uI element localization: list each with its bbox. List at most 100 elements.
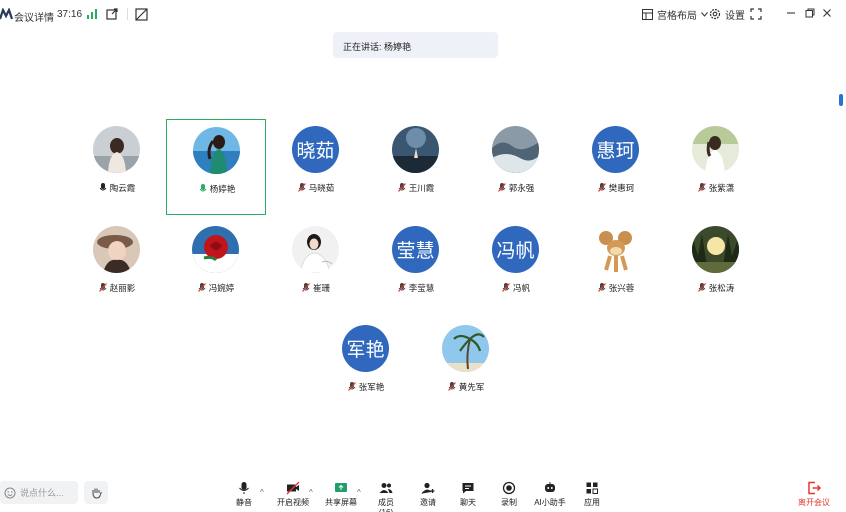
grid-icon (642, 8, 653, 20)
mic-muted-icon (302, 282, 310, 294)
participant-avatar (93, 126, 140, 173)
participant-avatar (692, 226, 739, 273)
emoji-icon (4, 487, 16, 498)
participant-name-row: 崔珊 (266, 282, 366, 294)
chat-button[interactable]: 聊天 (458, 481, 478, 509)
participant-avatar: 惠珂 (592, 126, 639, 173)
participant-tile[interactable]: 张兴蓉 (566, 219, 666, 315)
raise-hand-button[interactable] (84, 481, 108, 504)
participant-tile[interactable]: 惠珂樊惠珂 (566, 119, 666, 215)
participant-tile[interactable]: 张紫潇 (666, 119, 766, 215)
mic-muted-icon (447, 381, 456, 393)
meeting-window: 会议详情 37:16 宫格布局 设置 正在讲话: 杨婷艳 陶云霞 杨婷艳 晓茹 … (0, 0, 846, 512)
participant-name-row: 陶云霞 (67, 182, 167, 194)
participant-name: 陶云霞 (109, 183, 136, 193)
share-link-icon[interactable] (106, 8, 118, 20)
leave-meeting-button[interactable]: 离开会议 (797, 481, 831, 509)
screen-share-icon (335, 483, 347, 492)
restore-icon[interactable] (804, 7, 816, 19)
apps-button[interactable]: 应用 (582, 481, 602, 509)
divider (127, 8, 128, 20)
ai-assistant-button[interactable]: AI小助手 (533, 481, 567, 509)
close-icon[interactable] (821, 7, 833, 19)
signal-icon[interactable] (87, 9, 97, 19)
participant-tile[interactable]: 杨婷艳 (166, 119, 266, 215)
participant-name-row: 冯帆 (466, 282, 566, 294)
mic-muted-icon (397, 282, 406, 294)
participant-tile[interactable]: 张松涛 (666, 219, 766, 315)
invite-button[interactable]: 邀请 (418, 481, 438, 509)
participant-name: 郭永强 (508, 183, 535, 193)
annotation-off-icon[interactable] (135, 8, 148, 21)
participant-name: 冯帆 (512, 283, 530, 293)
participant-tile[interactable]: 崔珊 (266, 219, 366, 315)
participant-tile[interactable]: 黄先军 (416, 318, 516, 414)
participant-name: 樊惠珂 (608, 183, 635, 193)
fullscreen-icon[interactable] (750, 8, 762, 20)
participant-tile[interactable]: 王川霞 (366, 119, 466, 215)
scrollbar-thumb[interactable] (839, 94, 843, 106)
participant-avatar (193, 127, 240, 174)
participant-avatar: 军艳 (342, 325, 389, 372)
meeting-info-button[interactable]: 会议详情 (14, 9, 54, 24)
participant-name-row: 张松涛 (666, 282, 766, 294)
participant-tile[interactable]: 赵丽影 (67, 219, 167, 315)
settings-label: 设置 (725, 10, 745, 22)
share-screen-button[interactable]: 共享屏幕 (325, 481, 357, 509)
participant-name-row: 赵丽影 (67, 282, 167, 294)
mic-muted-icon (502, 282, 510, 294)
participant-name: 冯婉婷 (208, 283, 235, 293)
quick-chat-input[interactable]: 说点什么... (0, 481, 78, 504)
participant-avatar (592, 226, 639, 273)
participant-name: 赵丽影 (109, 283, 136, 293)
participant-tile[interactable]: 陶云霞 (67, 119, 167, 215)
participant-name-row: 樊惠珂 (566, 182, 666, 194)
mute-options-caret[interactable]: ^ (260, 488, 264, 497)
participant-name-row: 张兴蓉 (566, 282, 666, 294)
participant-tile[interactable]: 冯帆 冯帆 (466, 219, 566, 315)
mute-button[interactable]: 静音 (233, 481, 255, 509)
start-video-button[interactable]: 开启视频 (276, 481, 310, 509)
members-button[interactable]: 成员(16) (371, 481, 401, 512)
mic-muted-icon (297, 182, 306, 194)
settings-button[interactable]: 设置 (709, 7, 745, 22)
apps-label: 应用 (584, 498, 600, 507)
participant-name: 张紫潇 (708, 183, 735, 193)
active-speaker-banner: 正在讲话: 杨婷艳 (333, 32, 498, 58)
share-label: 共享屏幕 (325, 498, 357, 507)
record-button[interactable]: 录制 (499, 481, 519, 509)
participant-tile[interactable]: 冯婉婷 (166, 219, 266, 315)
participant-avatar (442, 325, 489, 372)
chat-icon (462, 483, 474, 494)
layout-dropdown[interactable]: 宫格布局 (642, 7, 708, 22)
participant-tile[interactable]: 郭永强 (466, 119, 566, 215)
invite-label: 邀请 (420, 498, 436, 507)
participant-tile[interactable]: 晓茹马晓茹 (266, 119, 366, 215)
minimize-icon[interactable] (785, 7, 797, 19)
participant-avatar (392, 126, 439, 173)
mic-muted-icon (597, 282, 606, 294)
share-options-caret[interactable]: ^ (357, 488, 361, 497)
participant-name-row: 冯婉婷 (166, 282, 266, 294)
gear-icon (709, 8, 721, 20)
participant-avatar: 冯帆 (492, 226, 539, 273)
participant-avatar (93, 226, 140, 273)
video-label: 开启视频 (277, 498, 309, 507)
ai-label: AI小助手 (534, 498, 566, 507)
participant-name: 崔珊 (312, 283, 330, 293)
participant-name-row: 张紫潇 (666, 182, 766, 194)
participant-tile[interactable]: 军艳 张军艳 (316, 318, 416, 414)
chevron-down-icon (701, 11, 708, 17)
participant-name: 黄先军 (458, 382, 485, 392)
participant-avatar (292, 226, 339, 273)
participant-name: 张松涛 (708, 283, 735, 293)
mic-muted-icon (497, 182, 506, 194)
add-user-icon (421, 482, 435, 494)
participant-name: 马晓茹 (308, 183, 335, 193)
meeting-timer: 37:16 (57, 9, 83, 20)
participant-name-row: 李莹慧 (366, 282, 466, 294)
participant-avatar: 晓茹 (292, 126, 339, 173)
participant-tile[interactable]: 莹慧 李莹慧 (366, 219, 466, 315)
members-label: 成员(16) (378, 498, 394, 512)
video-options-caret[interactable]: ^ (309, 488, 313, 497)
